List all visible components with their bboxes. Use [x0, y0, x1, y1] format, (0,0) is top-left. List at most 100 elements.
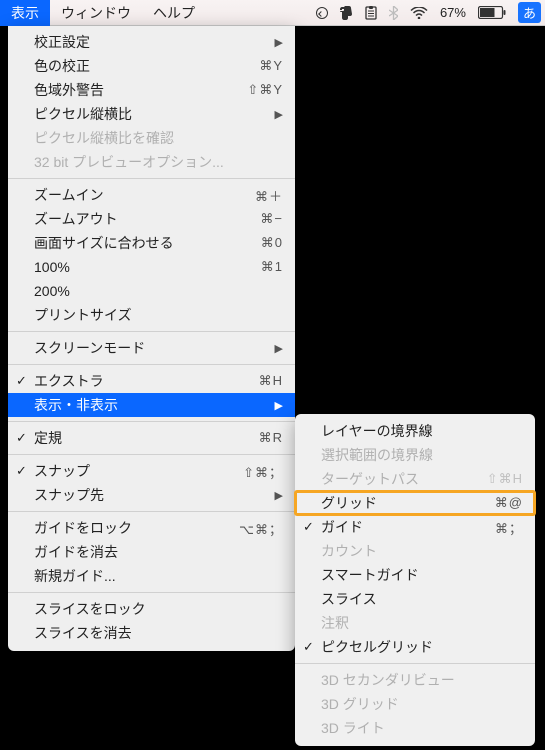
submenu-arrow-icon: ▶	[275, 342, 283, 355]
menu-shortcut: ⌘Y	[259, 58, 283, 74]
menu-item-label: 色の校正	[34, 56, 259, 76]
menu-item[interactable]: ピクセル縦横比▶	[8, 102, 295, 126]
menubar-status: 67% あ	[316, 2, 541, 23]
menu-item-label: スクリーンモード	[34, 338, 283, 358]
menu-item-label: 色域外警告	[34, 80, 247, 100]
battery-icon[interactable]	[478, 6, 506, 19]
submenu-item[interactable]: ✓ ピクセルグリッド	[295, 635, 535, 659]
menu-item[interactable]: 色の校正⌘Y	[8, 54, 295, 78]
menu-item-label: プリントサイズ	[34, 305, 283, 325]
menu-separator	[8, 364, 295, 365]
menu-item-label: ピクセル縦横比	[34, 104, 283, 124]
menu-item-label: ピクセル縦横比を確認	[34, 128, 283, 148]
menu-shortcut: ⇧⌘；	[243, 462, 283, 481]
menu-item[interactable]: プリントサイズ	[8, 303, 295, 327]
submenu-item: 3D セカンダリビュー	[295, 668, 535, 692]
menu-item[interactable]: 表示・非表示▶	[8, 393, 295, 417]
menu-item[interactable]: ✓定規⌘R	[8, 426, 295, 450]
evernote-icon[interactable]	[340, 6, 353, 20]
menu-item-label: ズームイン	[34, 185, 255, 205]
menu-item-label: 注釈	[321, 613, 523, 633]
menu-item: 32 bit プレビューオプション...	[8, 150, 295, 174]
menu-item[interactable]: ガイドを消去	[8, 540, 295, 564]
menu-help[interactable]: ヘルプ	[142, 0, 206, 26]
menu-item[interactable]: ズームアウト⌘−	[8, 207, 295, 231]
submenu-item[interactable]: ✓ガイド⌘；	[295, 515, 535, 539]
menu-item-label: 校正設定	[34, 32, 283, 52]
menu-item-label: スライスをロック	[34, 599, 283, 619]
submenu-item: ターゲットパス⇧⌘H	[295, 467, 535, 491]
menu-separator	[295, 663, 535, 664]
menu-shortcut: ⇧⌘H	[487, 471, 523, 487]
submenu-arrow-icon: ▶	[275, 489, 283, 502]
menu-item[interactable]: スナップ先▶	[8, 483, 295, 507]
clipboard-icon[interactable]	[365, 6, 377, 20]
menu-item-label: グリッド	[321, 493, 495, 513]
menu-item[interactable]: 100%⌘1	[8, 255, 295, 279]
menu-item-label: スライスを消去	[34, 623, 283, 643]
check-icon: ✓	[303, 639, 314, 655]
menu-item-label: カウント	[321, 541, 523, 561]
menu-item-label: エクストラ	[34, 371, 259, 391]
submenu-item: 3D ライト	[295, 716, 535, 740]
menu-separator	[8, 454, 295, 455]
menu-item[interactable]: 色域外警告⇧⌘Y	[8, 78, 295, 102]
check-icon: ✓	[303, 519, 314, 535]
submenu-item[interactable]: スライス	[295, 587, 535, 611]
submenu-arrow-icon: ▶	[275, 399, 283, 412]
menu-separator	[8, 592, 295, 593]
menu-item[interactable]: 校正設定▶	[8, 30, 295, 54]
menu-separator	[8, 511, 295, 512]
menu-item-label: 新規ガイド...	[34, 566, 283, 586]
menu-item-label: 32 bit プレビューオプション...	[34, 152, 283, 172]
submenu-item[interactable]: スマートガイド	[295, 563, 535, 587]
submenu-arrow-icon: ▶	[275, 108, 283, 121]
menu-item-label: スナップ	[34, 461, 243, 481]
menu-item[interactable]: 新規ガイド...	[8, 564, 295, 588]
ime-indicator[interactable]: あ	[518, 2, 541, 23]
menu-item-label: ガイドをロック	[34, 518, 239, 538]
menu-item[interactable]: スライスをロック	[8, 597, 295, 621]
menu-item[interactable]: スクリーンモード▶	[8, 336, 295, 360]
menu-item[interactable]: ガイドをロック⌥⌘；	[8, 516, 295, 540]
menu-view[interactable]: 表示	[0, 0, 50, 26]
menu-item-label: 200%	[34, 283, 283, 299]
menu-shortcut: ⌘1	[261, 259, 283, 275]
submenu-item: 注釈	[295, 611, 535, 635]
menu-item[interactable]: ズームイン⌘＋	[8, 183, 295, 207]
submenu-item: 3D グリッド	[295, 692, 535, 716]
menu-shortcut: ⌘−	[260, 211, 283, 227]
menu-item-label: 100%	[34, 259, 261, 275]
view-menu-dropdown: 校正設定▶色の校正⌘Y色域外警告⇧⌘Yピクセル縦横比▶ピクセル縦横比を確認32 …	[8, 26, 295, 651]
menu-item-label: 3D グリッド	[321, 694, 523, 714]
menu-shortcut: ⌘0	[261, 235, 283, 251]
menu-item[interactable]: スライスを消去	[8, 621, 295, 645]
submenu-item: カウント	[295, 539, 535, 563]
menu-item-label: スナップ先	[34, 485, 283, 505]
wifi-icon[interactable]	[410, 7, 428, 19]
submenu-item[interactable]: グリッド⌘@	[295, 491, 535, 515]
menu-shortcut: ⌘＋	[255, 186, 283, 205]
check-icon: ✓	[16, 463, 27, 479]
bluetooth-icon[interactable]	[389, 6, 398, 20]
menu-item[interactable]: 画面サイズに合わせる⌘0	[8, 231, 295, 255]
menu-shortcut: ⌘R	[259, 430, 283, 446]
menu-item-label: 選択範囲の境界線	[321, 445, 523, 465]
menu-item-label: スマートガイド	[321, 565, 523, 585]
menu-item-label: ピクセルグリッド	[321, 637, 523, 657]
submenu-item[interactable]: レイヤーの境界線	[295, 419, 535, 443]
menu-item-label: 3D セカンダリビュー	[321, 670, 523, 690]
menu-item-label: ガイドを消去	[34, 542, 283, 562]
submenu-arrow-icon: ▶	[275, 36, 283, 49]
timer-icon[interactable]	[316, 7, 328, 19]
menu-item[interactable]: ✓ スナップ⇧⌘；	[8, 459, 295, 483]
menu-shortcut: ⌘；	[495, 518, 523, 537]
menu-window[interactable]: ウィンドウ	[50, 0, 142, 26]
menu-shortcut: ⌥⌘；	[239, 519, 283, 538]
menu-item-label: ズームアウト	[34, 209, 260, 229]
menu-item[interactable]: 200%	[8, 279, 295, 303]
submenu-item: 選択範囲の境界線	[295, 443, 535, 467]
show-hide-submenu: レイヤーの境界線選択範囲の境界線ターゲットパス⇧⌘Hグリッド⌘@✓ガイド⌘；カウ…	[295, 414, 535, 746]
menu-item-label: 画面サイズに合わせる	[34, 233, 261, 253]
menu-item[interactable]: ✓エクストラ⌘H	[8, 369, 295, 393]
